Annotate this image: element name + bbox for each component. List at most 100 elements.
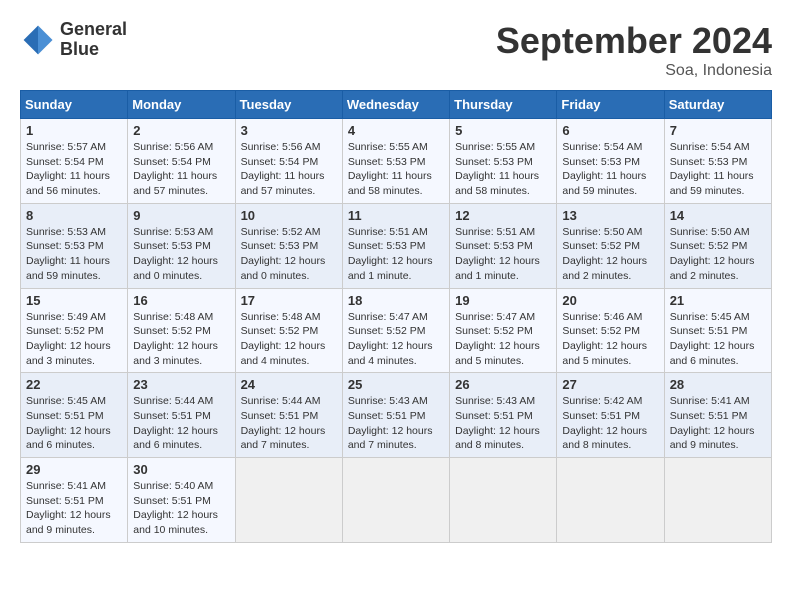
day-info: Sunrise: 5:53 AMSunset: 5:53 PMDaylight:… bbox=[26, 225, 122, 284]
calendar-day: 13 Sunrise: 5:50 AMSunset: 5:52 PMDayligh… bbox=[557, 203, 664, 288]
day-number: 2 bbox=[133, 123, 229, 138]
day-number: 29 bbox=[26, 462, 122, 477]
calendar-day bbox=[235, 458, 342, 543]
day-number: 7 bbox=[670, 123, 766, 138]
calendar-header: SundayMondayTuesdayWednesdayThursdayFrid… bbox=[21, 91, 772, 119]
day-info: Sunrise: 5:51 AMSunset: 5:53 PMDaylight:… bbox=[348, 225, 444, 284]
day-info: Sunrise: 5:47 AMSunset: 5:52 PMDaylight:… bbox=[455, 310, 551, 369]
calendar-day: 9 Sunrise: 5:53 AMSunset: 5:53 PMDaylight… bbox=[128, 203, 235, 288]
location-subtitle: Soa, Indonesia bbox=[496, 62, 772, 80]
page-header: General Blue September 2024 Soa, Indones… bbox=[20, 20, 772, 80]
day-number: 13 bbox=[562, 208, 658, 223]
day-number: 15 bbox=[26, 293, 122, 308]
calendar-day: 28 Sunrise: 5:41 AMSunset: 5:51 PMDayligh… bbox=[664, 373, 771, 458]
day-info: Sunrise: 5:48 AMSunset: 5:52 PMDaylight:… bbox=[133, 310, 229, 369]
day-info: Sunrise: 5:56 AMSunset: 5:54 PMDaylight:… bbox=[133, 140, 229, 199]
day-info: Sunrise: 5:45 AMSunset: 5:51 PMDaylight:… bbox=[670, 310, 766, 369]
title-block: September 2024 Soa, Indonesia bbox=[496, 20, 772, 80]
day-info: Sunrise: 5:52 AMSunset: 5:53 PMDaylight:… bbox=[241, 225, 337, 284]
calendar-day: 14 Sunrise: 5:50 AMSunset: 5:52 PMDayligh… bbox=[664, 203, 771, 288]
day-number: 27 bbox=[562, 377, 658, 392]
day-number: 12 bbox=[455, 208, 551, 223]
day-number: 10 bbox=[241, 208, 337, 223]
day-number: 3 bbox=[241, 123, 337, 138]
header-day: Friday bbox=[557, 91, 664, 119]
calendar-week: 1 Sunrise: 5:57 AMSunset: 5:54 PMDaylight… bbox=[21, 119, 772, 204]
day-info: Sunrise: 5:41 AMSunset: 5:51 PMDaylight:… bbox=[670, 394, 766, 453]
calendar-day: 7 Sunrise: 5:54 AMSunset: 5:53 PMDaylight… bbox=[664, 119, 771, 204]
day-info: Sunrise: 5:53 AMSunset: 5:53 PMDaylight:… bbox=[133, 225, 229, 284]
day-info: Sunrise: 5:50 AMSunset: 5:52 PMDaylight:… bbox=[562, 225, 658, 284]
calendar-day bbox=[342, 458, 449, 543]
calendar-day bbox=[450, 458, 557, 543]
day-number: 1 bbox=[26, 123, 122, 138]
calendar-day: 10 Sunrise: 5:52 AMSunset: 5:53 PMDayligh… bbox=[235, 203, 342, 288]
day-info: Sunrise: 5:43 AMSunset: 5:51 PMDaylight:… bbox=[455, 394, 551, 453]
day-number: 28 bbox=[670, 377, 766, 392]
calendar-day: 1 Sunrise: 5:57 AMSunset: 5:54 PMDaylight… bbox=[21, 119, 128, 204]
calendar-week: 22 Sunrise: 5:45 AMSunset: 5:51 PMDayligh… bbox=[21, 373, 772, 458]
calendar-day: 25 Sunrise: 5:43 AMSunset: 5:51 PMDayligh… bbox=[342, 373, 449, 458]
calendar-day: 30Sunrise: 5:40 AMSunset: 5:51 PMDayligh… bbox=[128, 458, 235, 543]
day-number: 21 bbox=[670, 293, 766, 308]
day-number: 9 bbox=[133, 208, 229, 223]
calendar-day: 29 Sunrise: 5:41 AMSunset: 5:51 PMDayligh… bbox=[21, 458, 128, 543]
calendar-day: 2 Sunrise: 5:56 AMSunset: 5:54 PMDaylight… bbox=[128, 119, 235, 204]
calendar-day: 17 Sunrise: 5:48 AMSunset: 5:52 PMDayligh… bbox=[235, 288, 342, 373]
day-info: Sunrise: 5:44 AMSunset: 5:51 PMDaylight:… bbox=[133, 394, 229, 453]
calendar-day: 26 Sunrise: 5:43 AMSunset: 5:51 PMDayligh… bbox=[450, 373, 557, 458]
day-info: Sunrise: 5:55 AMSunset: 5:53 PMDaylight:… bbox=[348, 140, 444, 199]
calendar-day: 6Sunrise: 5:54 AMSunset: 5:53 PMDaylight… bbox=[557, 119, 664, 204]
day-info: Sunrise: 5:46 AMSunset: 5:52 PMDaylight:… bbox=[562, 310, 658, 369]
day-info: Sunrise: 5:55 AMSunset: 5:53 PMDaylight:… bbox=[455, 140, 551, 199]
day-number: 6 bbox=[562, 123, 658, 138]
day-info: Sunrise: 5:54 AMSunset: 5:53 PMDaylight:… bbox=[670, 140, 766, 199]
day-info: Sunrise: 5:48 AMSunset: 5:52 PMDaylight:… bbox=[241, 310, 337, 369]
calendar-day: 15 Sunrise: 5:49 AMSunset: 5:52 PMDayligh… bbox=[21, 288, 128, 373]
day-number: 26 bbox=[455, 377, 551, 392]
day-number: 17 bbox=[241, 293, 337, 308]
day-number: 8 bbox=[26, 208, 122, 223]
logo-icon bbox=[20, 22, 56, 58]
day-info: Sunrise: 5:50 AMSunset: 5:52 PMDaylight:… bbox=[670, 225, 766, 284]
day-number: 16 bbox=[133, 293, 229, 308]
calendar-day: 23 Sunrise: 5:44 AMSunset: 5:51 PMDayligh… bbox=[128, 373, 235, 458]
day-number: 11 bbox=[348, 208, 444, 223]
calendar-day: 11 Sunrise: 5:51 AMSunset: 5:53 PMDayligh… bbox=[342, 203, 449, 288]
day-info: Sunrise: 5:47 AMSunset: 5:52 PMDaylight:… bbox=[348, 310, 444, 369]
calendar-day: 5 Sunrise: 5:55 AMSunset: 5:53 PMDaylight… bbox=[450, 119, 557, 204]
day-info: Sunrise: 5:49 AMSunset: 5:52 PMDaylight:… bbox=[26, 310, 122, 369]
day-number: 23 bbox=[133, 377, 229, 392]
day-number: 18 bbox=[348, 293, 444, 308]
header-day: Thursday bbox=[450, 91, 557, 119]
day-info: Sunrise: 5:57 AMSunset: 5:54 PMDaylight:… bbox=[26, 140, 122, 199]
day-number: 22 bbox=[26, 377, 122, 392]
day-number: 14 bbox=[670, 208, 766, 223]
calendar-day: 24Sunrise: 5:44 AMSunset: 5:51 PMDayligh… bbox=[235, 373, 342, 458]
day-info: Sunrise: 5:51 AMSunset: 5:53 PMDaylight:… bbox=[455, 225, 551, 284]
day-number: 25 bbox=[348, 377, 444, 392]
month-title: September 2024 bbox=[496, 20, 772, 62]
calendar-day: 18 Sunrise: 5:47 AMSunset: 5:52 PMDayligh… bbox=[342, 288, 449, 373]
day-info: Sunrise: 5:41 AMSunset: 5:51 PMDaylight:… bbox=[26, 479, 122, 538]
day-number: 20 bbox=[562, 293, 658, 308]
day-info: Sunrise: 5:43 AMSunset: 5:51 PMDaylight:… bbox=[348, 394, 444, 453]
calendar-day bbox=[664, 458, 771, 543]
calendar-day: 16 Sunrise: 5:48 AMSunset: 5:52 PMDayligh… bbox=[128, 288, 235, 373]
calendar-day: 21 Sunrise: 5:45 AMSunset: 5:51 PMDayligh… bbox=[664, 288, 771, 373]
calendar-day: 27 Sunrise: 5:42 AMSunset: 5:51 PMDayligh… bbox=[557, 373, 664, 458]
calendar-day: 3Sunrise: 5:56 AMSunset: 5:54 PMDaylight… bbox=[235, 119, 342, 204]
calendar-day: 19Sunrise: 5:47 AMSunset: 5:52 PMDayligh… bbox=[450, 288, 557, 373]
day-number: 5 bbox=[455, 123, 551, 138]
calendar-day: 22 Sunrise: 5:45 AMSunset: 5:51 PMDayligh… bbox=[21, 373, 128, 458]
calendar-day bbox=[557, 458, 664, 543]
day-info: Sunrise: 5:42 AMSunset: 5:51 PMDaylight:… bbox=[562, 394, 658, 453]
day-number: 30 bbox=[133, 462, 229, 477]
calendar-week: 29 Sunrise: 5:41 AMSunset: 5:51 PMDayligh… bbox=[21, 458, 772, 543]
calendar-body: 1 Sunrise: 5:57 AMSunset: 5:54 PMDaylight… bbox=[21, 119, 772, 543]
logo-text: General Blue bbox=[60, 20, 127, 60]
day-number: 24 bbox=[241, 377, 337, 392]
day-number: 4 bbox=[348, 123, 444, 138]
day-info: Sunrise: 5:45 AMSunset: 5:51 PMDaylight:… bbox=[26, 394, 122, 453]
header-day: Saturday bbox=[664, 91, 771, 119]
